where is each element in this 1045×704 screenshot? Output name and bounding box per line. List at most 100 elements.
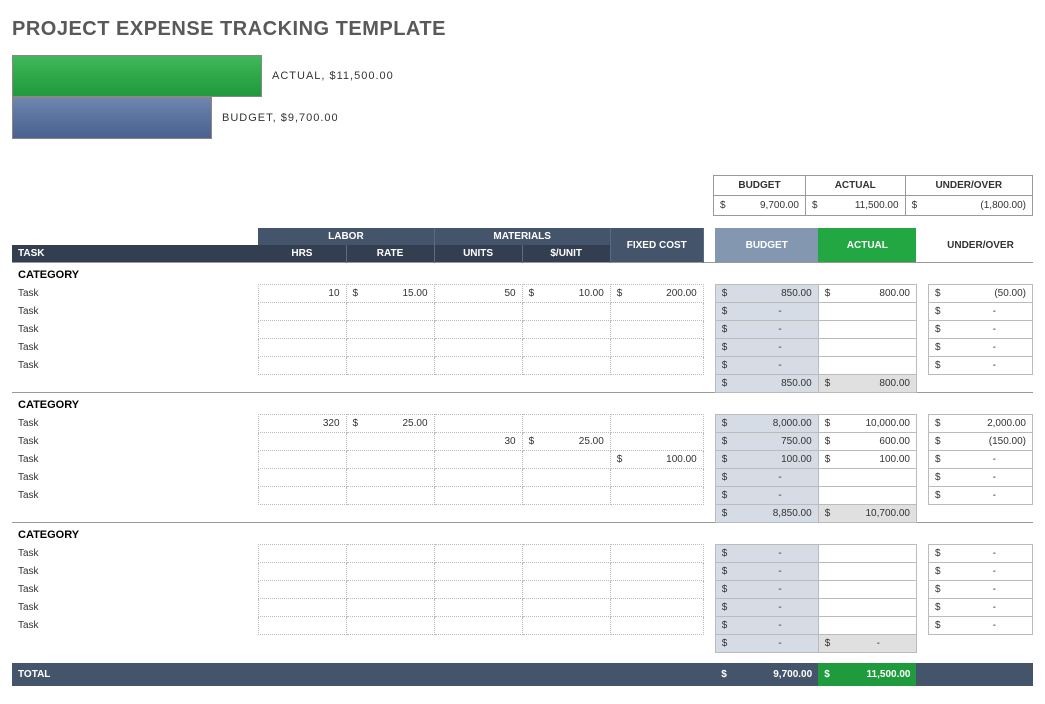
- punit-cell[interactable]: [522, 487, 610, 505]
- fixed-cell[interactable]: $100.00: [610, 451, 703, 469]
- hrs-cell[interactable]: [258, 339, 346, 357]
- units-cell[interactable]: [434, 339, 522, 357]
- punit-cell[interactable]: [522, 303, 610, 321]
- hrs-cell[interactable]: 10: [258, 285, 346, 303]
- budget-cell: $-: [715, 321, 818, 339]
- rate-cell[interactable]: [346, 451, 434, 469]
- units-cell[interactable]: [434, 469, 522, 487]
- page-title: PROJECT EXPENSE TRACKING TEMPLATE: [12, 18, 1033, 41]
- actual-cell[interactable]: $600.00: [818, 433, 916, 451]
- summary-budget-value[interactable]: $9,700.00: [714, 196, 806, 216]
- rate-cell[interactable]: [346, 433, 434, 451]
- punit-cell[interactable]: [522, 339, 610, 357]
- units-cell[interactable]: [434, 581, 522, 599]
- hrs-cell[interactable]: [258, 563, 346, 581]
- rate-cell[interactable]: [346, 321, 434, 339]
- category-row: CATEGORY: [12, 523, 1033, 545]
- punit-cell[interactable]: [522, 581, 610, 599]
- rate-cell[interactable]: [346, 581, 434, 599]
- punit-cell[interactable]: [522, 357, 610, 375]
- fixed-cell[interactable]: [610, 599, 703, 617]
- punit-cell[interactable]: $10.00: [522, 285, 610, 303]
- units-cell[interactable]: [434, 321, 522, 339]
- hrs-cell[interactable]: [258, 581, 346, 599]
- actual-cell[interactable]: [818, 563, 916, 581]
- hrs-cell[interactable]: [258, 599, 346, 617]
- fixed-cell[interactable]: [610, 469, 703, 487]
- punit-cell[interactable]: [522, 617, 610, 635]
- units-cell[interactable]: [434, 487, 522, 505]
- hrs-cell[interactable]: [258, 487, 346, 505]
- hrs-cell[interactable]: [258, 357, 346, 375]
- actual-cell[interactable]: [818, 339, 916, 357]
- task-label: Task: [12, 433, 258, 451]
- fixed-cell[interactable]: [610, 357, 703, 375]
- actual-cell[interactable]: [818, 599, 916, 617]
- fixed-cell[interactable]: [610, 545, 703, 563]
- actual-cell[interactable]: $100.00: [818, 451, 916, 469]
- actual-cell[interactable]: [818, 545, 916, 563]
- fixed-cell[interactable]: [610, 487, 703, 505]
- fixed-cell[interactable]: [610, 303, 703, 321]
- punit-cell[interactable]: [522, 599, 610, 617]
- hrs-cell[interactable]: 320: [258, 415, 346, 433]
- task-label: Task: [12, 285, 258, 303]
- punit-cell[interactable]: [522, 321, 610, 339]
- units-cell[interactable]: [434, 545, 522, 563]
- fixed-cell[interactable]: [610, 415, 703, 433]
- actual-cell[interactable]: [818, 303, 916, 321]
- hrs-cell[interactable]: [258, 303, 346, 321]
- actual-cell[interactable]: [818, 321, 916, 339]
- summary-over-value[interactable]: $(1,800.00): [905, 196, 1032, 216]
- actual-cell[interactable]: $10,000.00: [818, 415, 916, 433]
- units-cell[interactable]: 50: [434, 285, 522, 303]
- fixed-cell[interactable]: $200.00: [610, 285, 703, 303]
- rate-cell[interactable]: $15.00: [346, 285, 434, 303]
- fixed-cell[interactable]: [610, 433, 703, 451]
- hrs-cell[interactable]: [258, 451, 346, 469]
- punit-cell[interactable]: $25.00: [522, 433, 610, 451]
- punit-cell[interactable]: [522, 451, 610, 469]
- units-cell[interactable]: [434, 563, 522, 581]
- actual-cell[interactable]: [818, 487, 916, 505]
- rate-cell[interactable]: [346, 487, 434, 505]
- actual-cell[interactable]: $800.00: [818, 285, 916, 303]
- hrs-cell[interactable]: [258, 321, 346, 339]
- hrs-cell[interactable]: [258, 545, 346, 563]
- fixed-cell[interactable]: [610, 563, 703, 581]
- fixed-cell[interactable]: [610, 617, 703, 635]
- rate-cell[interactable]: [346, 545, 434, 563]
- rate-cell[interactable]: [346, 357, 434, 375]
- units-cell[interactable]: [434, 357, 522, 375]
- task-label: Task: [12, 451, 258, 469]
- units-cell[interactable]: [434, 451, 522, 469]
- hrs-cell[interactable]: [258, 433, 346, 451]
- hrs-cell[interactable]: [258, 469, 346, 487]
- fixed-cell[interactable]: [610, 339, 703, 357]
- punit-cell[interactable]: [522, 545, 610, 563]
- units-cell[interactable]: [434, 303, 522, 321]
- units-cell[interactable]: [434, 415, 522, 433]
- rate-cell[interactable]: [346, 599, 434, 617]
- units-cell[interactable]: [434, 617, 522, 635]
- rate-cell[interactable]: $25.00: [346, 415, 434, 433]
- units-cell[interactable]: 30: [434, 433, 522, 451]
- fixed-cell[interactable]: [610, 321, 703, 339]
- hrs-cell[interactable]: [258, 617, 346, 635]
- rate-cell[interactable]: [346, 339, 434, 357]
- punit-cell[interactable]: [522, 563, 610, 581]
- summary-actual-value[interactable]: $11,500.00: [805, 196, 905, 216]
- units-cell[interactable]: [434, 599, 522, 617]
- actual-cell[interactable]: [818, 617, 916, 635]
- actual-cell[interactable]: [818, 581, 916, 599]
- rate-cell[interactable]: [346, 303, 434, 321]
- punit-cell[interactable]: [522, 415, 610, 433]
- rate-cell[interactable]: [346, 617, 434, 635]
- punit-cell[interactable]: [522, 469, 610, 487]
- rate-cell[interactable]: [346, 469, 434, 487]
- labor-header: LABOR: [258, 228, 434, 245]
- fixed-cell[interactable]: [610, 581, 703, 599]
- rate-cell[interactable]: [346, 563, 434, 581]
- actual-cell[interactable]: [818, 357, 916, 375]
- actual-cell[interactable]: [818, 469, 916, 487]
